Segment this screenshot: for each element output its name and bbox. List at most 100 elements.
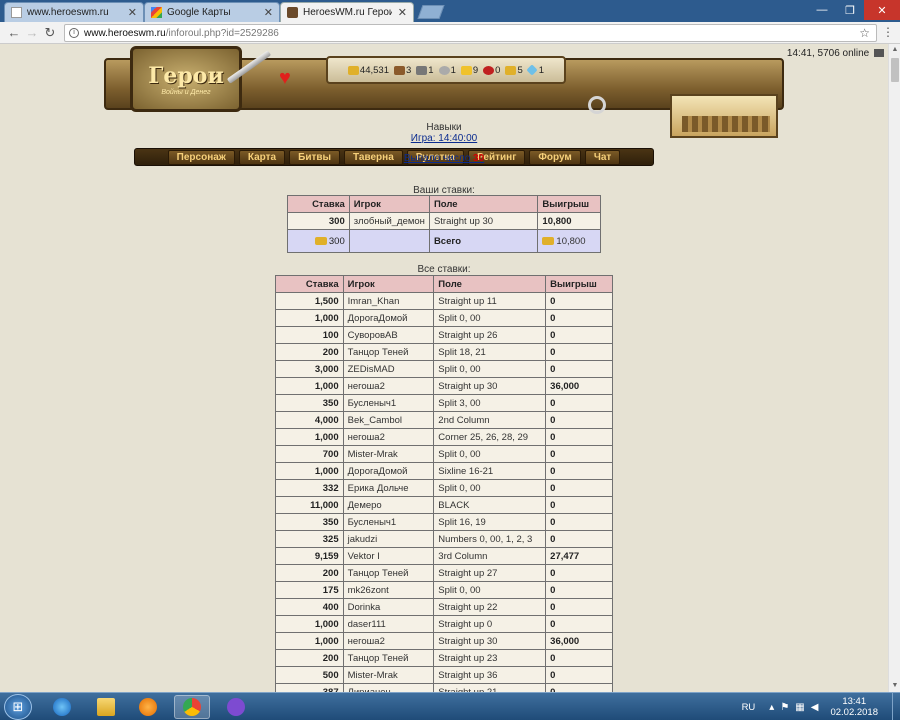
- total-win-value: 10,800: [556, 235, 586, 247]
- bet-player[interactable]: Dorinka: [342, 598, 435, 616]
- reload-icon[interactable]: ↻: [42, 25, 58, 41]
- resource-sulfur: 9: [460, 65, 478, 76]
- tray-icons: ▴ ⚑ ▦ ◀: [769, 702, 818, 713]
- chrome-icon: [183, 698, 201, 716]
- tray-expand-icon[interactable]: ▴: [769, 702, 774, 713]
- tab-label: Google Карты: [167, 7, 231, 18]
- bet-stake: 1,000: [275, 377, 344, 395]
- scroll-down-icon[interactable]: ▼: [891, 682, 899, 690]
- bet-win: 0: [545, 683, 613, 692]
- online-icon: [874, 49, 884, 58]
- bet-player[interactable]: Демеро: [342, 496, 435, 514]
- table-row: 1,000 ДорогаДомой Sixline 16-21 0: [275, 462, 613, 480]
- new-tab-button[interactable]: [417, 5, 445, 19]
- bet-win: 0: [545, 411, 613, 429]
- show-desktop-button[interactable]: [892, 693, 900, 720]
- bet-field: 3rd Column: [433, 547, 547, 565]
- bet-player[interactable]: Танцор Теней: [342, 649, 435, 667]
- scroll-up-icon[interactable]: ▲: [891, 46, 899, 54]
- bet-win: 0: [545, 462, 613, 480]
- bet-win: 0: [545, 513, 613, 531]
- bet-win: 0: [545, 615, 613, 633]
- tab-heroeswm-active[interactable]: HeroesWM.ru Герои вой ✕: [280, 2, 414, 22]
- bet-player[interactable]: Ерика Дольче: [342, 479, 435, 497]
- diamond-icon: [526, 64, 538, 76]
- bet-player[interactable]: злобный_демон: [348, 212, 430, 230]
- bet-player[interactable]: Бусленыч1: [342, 394, 435, 412]
- clock-date: 02.02.2018: [830, 707, 878, 718]
- bet-player[interactable]: ZEDisMAD: [342, 360, 435, 378]
- bet-player[interactable]: Imran_Khan: [342, 292, 435, 310]
- tab-close-icon[interactable]: ✕: [398, 6, 407, 19]
- clock[interactable]: 13:41 02.02.2018: [830, 696, 878, 718]
- bet-field: Straight up 0: [433, 615, 547, 633]
- table-header: Ставка Игрок Поле Выигрыш: [275, 275, 613, 293]
- bet-player[interactable]: Танцор Теней: [342, 564, 435, 582]
- health-heart-icon[interactable]: ♥: [279, 68, 291, 88]
- game-time-link[interactable]: Игра: 14:40:00: [411, 133, 477, 144]
- total-row: 300 Всего 10,800: [287, 229, 601, 253]
- maximize-icon[interactable]: ❐: [836, 0, 864, 20]
- start-button[interactable]: ⊞: [4, 694, 32, 720]
- bet-player[interactable]: Mister-Mrak: [342, 666, 435, 684]
- window-close-icon[interactable]: ✕: [864, 0, 900, 20]
- browser-menu-icon[interactable]: ⋮: [882, 26, 894, 38]
- tab-close-icon[interactable]: ✕: [264, 6, 273, 19]
- url-host: www.heroeswm.ru: [84, 27, 166, 39]
- header-banner: Герои Войны и Денег ♥ 44,531 3 1 1 9 0 5…: [104, 46, 784, 138]
- clock-time: 13:41: [842, 696, 867, 707]
- bet-win: 36,000: [545, 632, 613, 650]
- site-info-icon[interactable]: i: [69, 28, 79, 38]
- tab-label: HeroesWM.ru Герои вой: [303, 7, 392, 18]
- tab-google-maps[interactable]: Google Карты ✕: [144, 2, 280, 22]
- bet-player[interactable]: ДорогаДомой: [342, 309, 435, 327]
- table-row: 1,500 Imran_Khan Straight up 11 0: [275, 292, 613, 310]
- network-icon[interactable]: ▦: [795, 702, 804, 713]
- vertical-scrollbar[interactable]: ▲ ▼: [888, 44, 900, 692]
- bet-player[interactable]: Танцор Теней: [342, 343, 435, 361]
- tab-close-icon[interactable]: ✕: [128, 6, 137, 19]
- system-tray: RU ▴ ⚑ ▦ ◀ 13:41 02.02.2018: [742, 693, 900, 720]
- address-bar[interactable]: i www.heroeswm.ru /inforoul.php?id=25292…: [64, 24, 877, 42]
- bookmark-star-icon[interactable]: ☆: [859, 26, 870, 40]
- forward-arrow-icon[interactable]: →: [24, 25, 40, 41]
- taskbar-media-player[interactable]: [130, 695, 166, 719]
- scroll-thumb[interactable]: [891, 58, 899, 82]
- bet-player[interactable]: негоша2: [342, 377, 435, 395]
- bet-player[interactable]: Лирианец: [342, 683, 435, 692]
- bet-player[interactable]: Mister-Mrak: [342, 445, 435, 463]
- bet-player[interactable]: СуворовАВ: [342, 326, 435, 344]
- volume-icon[interactable]: ◀: [811, 702, 819, 713]
- bet-player[interactable]: Bek_Cambol: [342, 411, 435, 429]
- language-indicator[interactable]: RU: [742, 702, 756, 713]
- taskbar-chrome[interactable]: [174, 695, 210, 719]
- table-row: 9,159 Vektor I 3rd Column 27,477: [275, 547, 613, 565]
- bet-player[interactable]: Бусленыч1: [342, 513, 435, 531]
- site-logo[interactable]: Герои Войны и Денег: [130, 46, 242, 112]
- taskbar-viber[interactable]: [218, 695, 254, 719]
- taskbar-explorer[interactable]: [88, 695, 124, 719]
- resource-ore: 1: [416, 65, 434, 76]
- bet-player[interactable]: jakudzi: [342, 530, 435, 548]
- resource-gold: 44,531: [347, 65, 389, 76]
- bet-player[interactable]: Vektor I: [342, 547, 435, 565]
- back-arrow-icon[interactable]: ←: [6, 25, 22, 41]
- media-player-icon: [139, 698, 157, 716]
- bet-player[interactable]: негоша2: [342, 632, 435, 650]
- bet-player[interactable]: ДорогаДомой: [342, 462, 435, 480]
- resource-value: 0: [495, 64, 501, 76]
- tab-heroeswm[interactable]: www.heroeswm.ru ✕: [4, 2, 144, 22]
- minimize-icon[interactable]: —: [808, 0, 836, 20]
- bet-field: Sixline 16-21: [433, 462, 547, 480]
- taskbar-ie[interactable]: [44, 695, 80, 719]
- table-row: 500 Mister-Mrak Straight up 36 0: [275, 666, 613, 684]
- ring-icon[interactable]: [588, 96, 606, 114]
- flag-icon[interactable]: ⚑: [780, 702, 789, 713]
- bet-stake: 325: [275, 530, 344, 548]
- bet-player[interactable]: mk26zont: [342, 581, 435, 599]
- bet-player[interactable]: daser111: [342, 615, 435, 633]
- col-player: Игрок: [348, 195, 430, 213]
- bet-player[interactable]: негоша2: [342, 428, 435, 446]
- result-link[interactable]: Выпало число 30: [404, 153, 484, 164]
- resource-crystal: 0: [483, 65, 500, 76]
